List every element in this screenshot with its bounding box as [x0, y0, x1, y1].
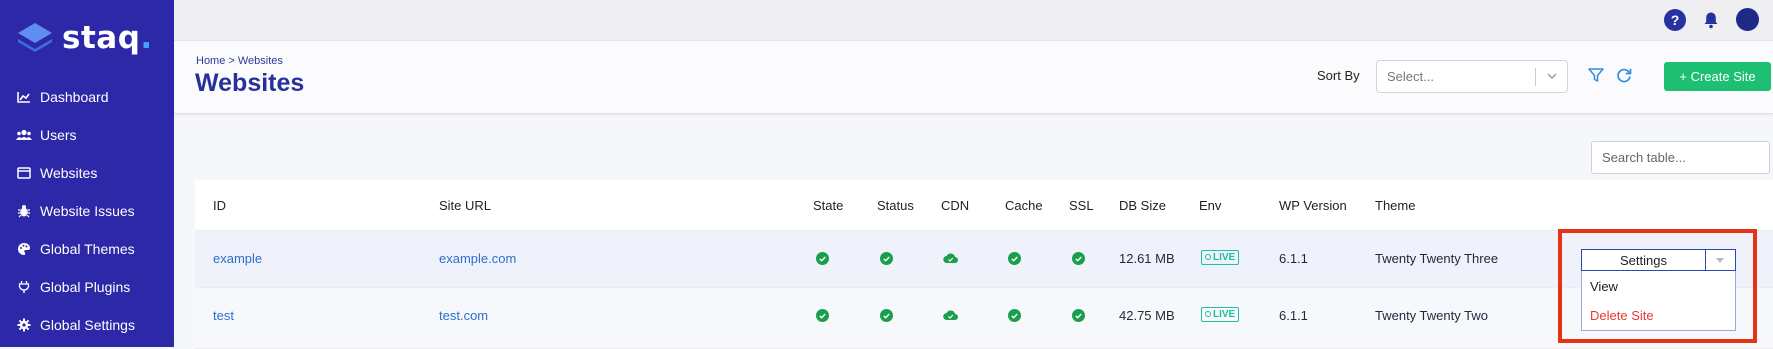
sidebar-item-websites[interactable]: Websites	[0, 154, 174, 192]
table-row: test test.com 42.75 MB LIVE 6.1.1 Twenty…	[195, 288, 1773, 349]
table-row: example example.com 12.61 MB LIVE 6.1.1 …	[195, 231, 1773, 288]
sidebar-item-dashboard[interactable]: Dashboard	[0, 78, 174, 116]
page-title: Websites	[195, 69, 305, 97]
column-header[interactable]: SSL	[1069, 198, 1094, 213]
plug-icon	[16, 279, 32, 295]
logo[interactable]: staq.	[16, 20, 152, 56]
stack-logo-icon	[18, 23, 52, 52]
help-icon[interactable]: ?	[1664, 8, 1686, 31]
env-live-badge: LIVE	[1201, 307, 1240, 322]
env-live-badge: LIVE	[1201, 250, 1240, 265]
cdn-cloud-icon	[943, 253, 958, 264]
search-input[interactable]: Search table...	[1591, 141, 1770, 174]
live-dot-icon	[1205, 254, 1211, 261]
column-header[interactable]: WP Version	[1279, 198, 1347, 213]
env-label: LIVE	[1213, 309, 1236, 320]
create-site-button[interactable]: + Create Site	[1664, 62, 1771, 91]
status-check-icon	[880, 252, 893, 265]
site-url-link[interactable]: test.com	[439, 308, 488, 323]
sort-select-placeholder: Select...	[1387, 69, 1434, 84]
brand-name: staq	[62, 20, 141, 56]
ssl-check-icon	[1072, 309, 1085, 322]
sidebar-item-label: Global Themes	[40, 241, 135, 257]
browser-icon	[16, 165, 32, 181]
chart-icon	[16, 89, 32, 105]
column-header[interactable]: CDN	[941, 198, 969, 213]
state-check-icon	[816, 252, 829, 265]
sidebar-item-label: Global Plugins	[40, 279, 131, 295]
sidebar-item-label: Global Settings	[40, 317, 135, 333]
table-header: ID Site URL State Status CDN Cache SSL D…	[195, 180, 1773, 231]
users-icon	[16, 127, 32, 143]
ssl-check-icon	[1072, 252, 1085, 265]
sidebar-item-label: Dashboard	[40, 89, 109, 105]
wp-version: 6.1.1	[1279, 308, 1308, 323]
wp-version: 6.1.1	[1279, 251, 1308, 266]
cdn-cloud-icon	[943, 310, 958, 321]
theme-name: Twenty Twenty Two	[1375, 308, 1488, 323]
column-header[interactable]: Status	[877, 198, 914, 213]
select-separator	[1535, 68, 1536, 86]
sidebar-item-label: Users	[40, 127, 77, 143]
bug-icon	[16, 203, 32, 219]
status-check-icon	[880, 309, 893, 322]
bell-icon[interactable]	[1700, 9, 1722, 31]
cache-check-icon	[1008, 252, 1021, 265]
env-label: LIVE	[1213, 252, 1236, 263]
column-header[interactable]: Cache	[1005, 198, 1043, 213]
sidebar: staq. Dashboard Users Websites Website I…	[0, 0, 174, 347]
sort-by-label: Sort By	[1317, 68, 1360, 83]
sidebar-item-users[interactable]: Users	[0, 116, 174, 154]
chevron-down-icon	[1547, 73, 1557, 80]
sidebar-item-global-themes[interactable]: Global Themes	[0, 230, 174, 268]
gear-icon	[16, 317, 32, 333]
site-id-link[interactable]: example	[213, 251, 262, 266]
sidebar-item-label: Websites	[40, 165, 98, 181]
sidebar-item-website-issues[interactable]: Website Issues	[0, 192, 174, 230]
column-header[interactable]: Theme	[1375, 198, 1415, 213]
state-check-icon	[816, 309, 829, 322]
breadcrumb[interactable]: Home > Websites	[196, 55, 283, 67]
live-dot-icon	[1205, 311, 1211, 318]
palette-icon	[16, 241, 32, 257]
page-header: Home > Websites Websites Sort By Select.…	[174, 41, 1773, 114]
sort-by-select[interactable]: Select...	[1376, 60, 1568, 93]
brand-dot: .	[140, 20, 153, 56]
filter-icon[interactable]	[1588, 67, 1604, 83]
sidebar-item-global-settings[interactable]: Global Settings	[0, 306, 174, 344]
sidebar-item-global-plugins[interactable]: Global Plugins	[0, 268, 174, 306]
db-size: 42.75 MB	[1119, 308, 1175, 323]
column-header[interactable]: Env	[1199, 198, 1221, 213]
avatar[interactable]	[1736, 8, 1759, 31]
column-header[interactable]: ID	[213, 198, 226, 213]
column-header[interactable]: DB Size	[1119, 198, 1166, 213]
topbar: ?	[174, 0, 1773, 41]
column-header[interactable]: State	[813, 198, 843, 213]
sidebar-nav: Dashboard Users Websites Website Issues …	[0, 78, 174, 344]
site-id-link[interactable]: test	[213, 308, 234, 323]
cache-check-icon	[1008, 309, 1021, 322]
sidebar-item-label: Website Issues	[40, 203, 135, 219]
refresh-icon[interactable]	[1616, 67, 1632, 83]
highlight-box	[1558, 229, 1757, 343]
db-size: 12.61 MB	[1119, 251, 1175, 266]
column-header[interactable]: Site URL	[439, 198, 491, 213]
site-url-link[interactable]: example.com	[439, 251, 516, 266]
theme-name: Twenty Twenty Three	[1375, 251, 1499, 266]
topbar-actions: ?	[1664, 8, 1759, 31]
